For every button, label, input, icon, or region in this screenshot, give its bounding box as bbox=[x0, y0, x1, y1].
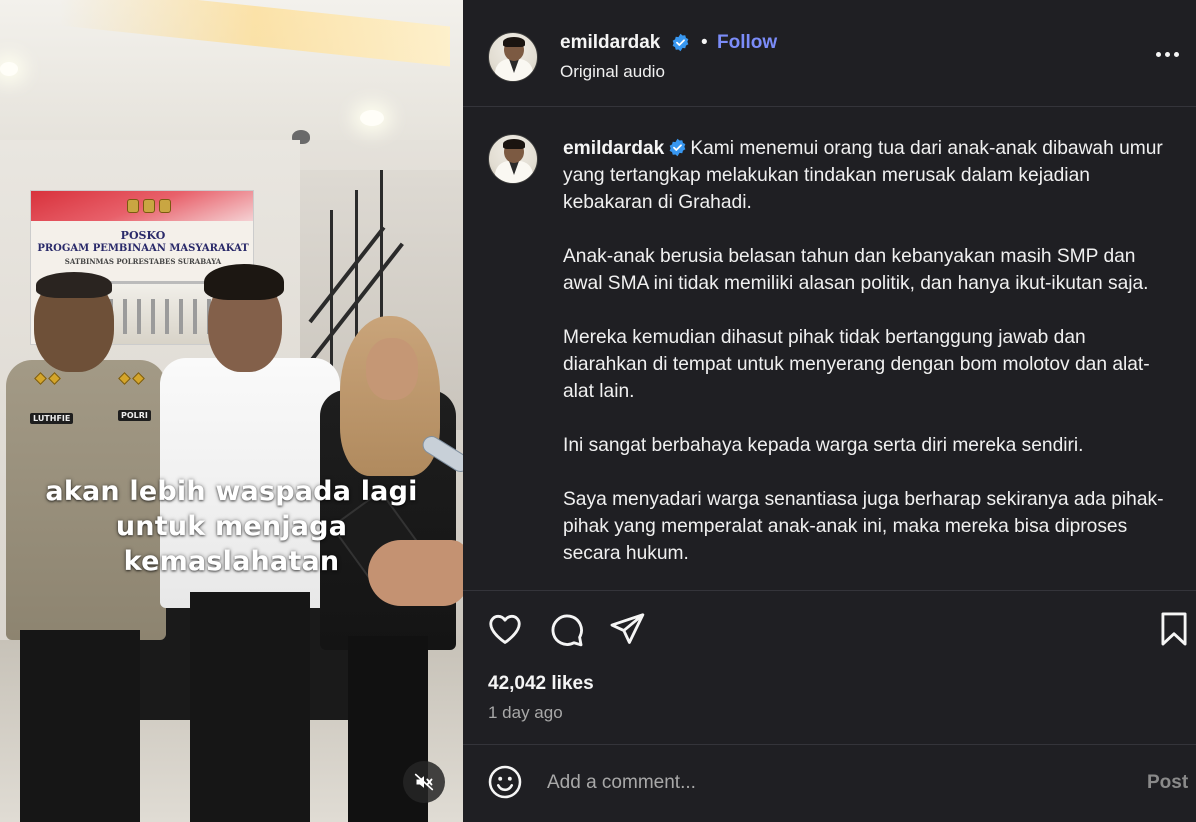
video-subtitle-line: akan lebih waspada lagi bbox=[45, 476, 418, 507]
verified-badge-icon bbox=[672, 33, 689, 52]
mute-button[interactable] bbox=[403, 761, 445, 803]
caption-paragraph: emildardak Kami menemui orang tua dari a… bbox=[563, 135, 1173, 216]
comment-icon[interactable] bbox=[547, 610, 585, 648]
emoji-icon[interactable] bbox=[487, 764, 523, 800]
divider bbox=[463, 590, 1196, 591]
separator-dot: • bbox=[701, 32, 708, 53]
heart-icon[interactable] bbox=[486, 610, 524, 648]
more-options-icon[interactable] bbox=[1156, 48, 1184, 60]
caption-paragraph: Ini sangat berbahaya kepada warga serta … bbox=[563, 435, 1084, 456]
banner-subtitle: PROGAM PEMBINAAN MASYARAKAT bbox=[37, 243, 249, 254]
ceiling-light bbox=[360, 110, 384, 126]
audio-link[interactable]: Original audio bbox=[560, 62, 665, 82]
caption-text: emildardak Kami menemui orang tua dari a… bbox=[563, 135, 1173, 590]
video-subtitle-line: untuk menjaga bbox=[115, 511, 348, 542]
avatar[interactable] bbox=[488, 134, 538, 184]
officer-name-tag: LUTHFIE bbox=[30, 413, 74, 424]
caption-paragraph: Saya menyadari warga senantiasa juga ber… bbox=[563, 489, 1164, 564]
reel-video[interactable]: POSKO PROGAM PEMBINAAN MASYARAKAT SATBIN… bbox=[0, 0, 463, 822]
caption-paragraph: Mereka kemudian dihasut pihak tidak bert… bbox=[563, 327, 1150, 402]
verified-badge-icon bbox=[669, 138, 686, 157]
follow-button[interactable]: Follow bbox=[717, 32, 777, 54]
bookmark-icon[interactable] bbox=[1155, 610, 1193, 648]
caption-username[interactable]: emildardak bbox=[563, 138, 664, 159]
post-comment-button[interactable]: Post bbox=[1147, 772, 1188, 794]
banner-title: POSKO bbox=[120, 229, 166, 242]
caption-section: emildardak Kami menemui orang tua dari a… bbox=[463, 107, 1196, 590]
comment-bar: Post bbox=[463, 744, 1196, 822]
avatar[interactable] bbox=[488, 32, 538, 82]
likes-count[interactable]: 42,042 likes bbox=[488, 673, 594, 695]
video-subtitle-line: kemaslahatan bbox=[123, 546, 340, 577]
comment-input[interactable] bbox=[547, 770, 1107, 796]
polri-badge: POLRI bbox=[118, 410, 151, 421]
post-header: emildardak • Follow Original audio bbox=[463, 0, 1196, 106]
post-panel: emildardak • Follow Original audio emild… bbox=[463, 0, 1196, 822]
post-actions bbox=[463, 604, 1196, 654]
ceiling-light bbox=[0, 62, 18, 76]
username-link[interactable]: emildardak bbox=[560, 32, 660, 54]
share-icon[interactable] bbox=[608, 610, 646, 648]
post-timestamp[interactable]: 1 day ago bbox=[488, 703, 563, 723]
speaker-muted-icon bbox=[414, 773, 434, 791]
caption-paragraph: Anak-anak berusia belasan tahun dan keba… bbox=[563, 246, 1149, 294]
